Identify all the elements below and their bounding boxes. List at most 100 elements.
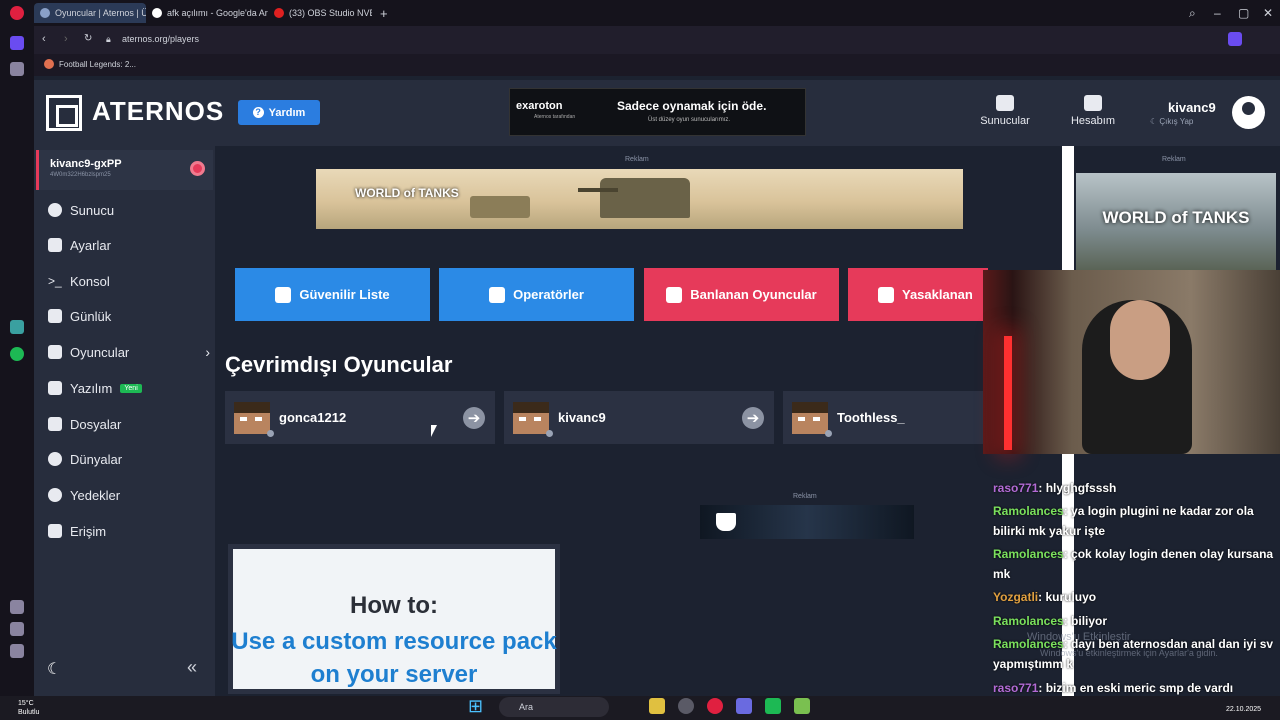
exaroton-ad-text: Sadece oynamak için öde. <box>617 99 767 113</box>
heart-icon[interactable] <box>10 600 24 614</box>
url-field[interactable]: aternos.org/players <box>122 34 199 44</box>
address-bar <box>34 26 1280 54</box>
offline-players-title: Çevrimdışı Oyuncular <box>225 352 453 377</box>
banned-ips-button[interactable]: Yasaklanan <box>848 268 988 321</box>
bookmark-rail-icon[interactable] <box>10 62 24 76</box>
players-icon <box>48 345 62 359</box>
side-ad-text: WORLD of TANKS <box>1102 208 1250 227</box>
player-card[interactable]: gonca1212 ➔ <box>225 391 495 444</box>
history-icon[interactable] <box>10 622 24 636</box>
windows-taskbar <box>0 696 1280 720</box>
forward-icon[interactable]: › <box>64 33 68 45</box>
taskbar-date[interactable]: 22.10.2025 <box>1226 706 1261 713</box>
minecraft-icon[interactable] <box>794 698 810 714</box>
username[interactable]: kivanc9 <box>1168 100 1216 115</box>
streamer-face <box>1110 300 1170 380</box>
player-card[interactable]: Toothless_ <box>783 391 983 444</box>
obs-icon[interactable] <box>678 698 694 714</box>
mouse-cursor-icon <box>431 425 437 437</box>
sidebar-item-software[interactable]: Yazılım Yeni <box>48 378 208 398</box>
logout-link[interactable]: ☾ Çıkış Yap <box>1150 117 1193 126</box>
banner-ad-text: WORLD of TANKS <box>355 186 459 200</box>
ban-icon <box>878 286 894 303</box>
weather-widget[interactable]: 15°C Bulutlu <box>18 699 39 717</box>
sidebar-item-worlds[interactable]: Dünyalar <box>48 449 208 469</box>
whitelist-button[interactable]: Güvenilir Liste <box>235 268 430 321</box>
tab-google[interactable]: afk açılımı - Google'da Ara <box>146 3 268 23</box>
server-card[interactable] <box>36 150 213 190</box>
banned-players-button[interactable]: Banlanan Oyuncular <box>644 268 839 321</box>
server-offline-status-icon <box>190 161 205 176</box>
howto-subtitle: Use a custom resource pack on your serve… <box>231 628 557 688</box>
sidebar-item-settings[interactable]: Ayarlar <box>48 235 208 255</box>
discord-icon[interactable] <box>736 698 752 714</box>
tank-image <box>470 196 530 218</box>
ad-label: Reklam <box>625 156 649 163</box>
tab-aternos[interactable]: Oyuncular | Aternos | Ücr <box>34 3 146 23</box>
arrow-right-icon[interactable]: ➔ <box>463 406 485 429</box>
spotify-icon[interactable] <box>10 347 24 361</box>
operators-button[interactable]: Operatörler <box>439 268 634 321</box>
aternos-logo-icon[interactable] <box>46 95 82 131</box>
aternos-logo-text[interactable]: ATERNOS <box>92 96 224 127</box>
account-nav-button[interactable]: Hesabım <box>1058 95 1128 127</box>
chat-message: Ramolances: çok kolay login denen olay k… <box>993 547 1274 581</box>
player-card[interactable]: kivanc9 ➔ <box>504 391 774 444</box>
player-avatar <box>792 401 832 437</box>
sidebar-item-players[interactable]: Oyuncular › <box>48 342 210 362</box>
extensions-icon[interactable] <box>10 644 24 658</box>
chat-message: Ramolances: biliyor <box>993 614 1108 628</box>
servers-icon <box>996 95 1014 111</box>
collapse-sidebar-icon[interactable]: « <box>187 657 197 678</box>
bookmark-football-legends[interactable]: Football Legends: 2... <box>44 59 136 69</box>
reload-icon[interactable]: ↻ <box>84 33 92 44</box>
sidebar-item-log[interactable]: Günlük <box>48 306 208 326</box>
sidebar-item-files[interactable]: Dosyalar <box>48 414 208 434</box>
arrow-right-icon[interactable]: ➔ <box>742 406 764 429</box>
opera-logo-icon[interactable] <box>10 6 24 20</box>
servers-nav-button[interactable]: Sunucular <box>970 95 1040 127</box>
maximize-button[interactable]: ▢ <box>1238 6 1249 20</box>
sidebar-item-server[interactable]: Sunucu <box>48 200 208 220</box>
app-rail-icon[interactable] <box>10 320 24 334</box>
user-avatar[interactable] <box>1232 96 1265 129</box>
tank-image <box>578 178 690 218</box>
terminal-icon: >_ <box>48 274 62 288</box>
sidebar-item-access[interactable]: Erişim <box>48 521 208 541</box>
minimize-button[interactable]: – <box>1214 6 1221 20</box>
profile-icon[interactable] <box>1228 32 1242 46</box>
exaroton-ad-brand: exaroton <box>516 100 563 112</box>
back-icon[interactable]: ‹ <box>42 33 46 45</box>
chat-message: Ramolances: ya login plugini ne kadar zo… <box>993 504 1254 538</box>
sidebar-item-console[interactable]: >_ Konsol <box>48 271 208 291</box>
search-tabs-icon[interactable]: ⌕ <box>1189 6 1196 21</box>
file-explorer-icon[interactable] <box>649 698 665 714</box>
close-window-button[interactable]: ✕ <box>1263 6 1273 20</box>
sidebar-item-backups[interactable]: Yedekler <box>48 485 208 505</box>
windows-start-icon[interactable]: ⊞ <box>468 697 486 715</box>
player-avatar <box>234 401 274 437</box>
opera-taskbar-icon[interactable] <box>707 698 723 714</box>
home-icon[interactable] <box>10 36 24 50</box>
tab-youtube[interactable]: (33) OBS Studio NVEC AM <box>268 3 372 23</box>
bookmark-favicon-icon <box>44 59 54 69</box>
new-tab-button[interactable]: + <box>374 3 392 23</box>
youtube-favicon-icon <box>274 8 284 18</box>
help-button[interactable]: ? Yardım <box>238 100 320 125</box>
power-icon <box>48 203 62 217</box>
new-badge: Yeni <box>120 383 142 393</box>
user-slash-icon <box>666 286 683 303</box>
taskbar-search[interactable]: Ara <box>499 697 609 717</box>
chevron-right-icon: › <box>205 344 210 360</box>
access-users-icon <box>48 524 62 538</box>
dark-mode-toggle[interactable]: ☾ <box>47 659 61 679</box>
ad-label: Reklam <box>793 493 817 500</box>
exaroton-ad-brand-sub: Aternos tarafından <box>534 114 576 120</box>
led-light <box>1004 336 1012 450</box>
aternos-favicon-icon <box>40 8 50 18</box>
log-file-icon <box>48 309 62 323</box>
kick-icon[interactable] <box>765 698 781 714</box>
player-avatar <box>513 401 553 437</box>
chat-message: Ramolances: dayı ben aternosdan anal dan… <box>993 637 1274 671</box>
chat-message: raso771: hlyghgfsssh <box>993 481 1117 495</box>
